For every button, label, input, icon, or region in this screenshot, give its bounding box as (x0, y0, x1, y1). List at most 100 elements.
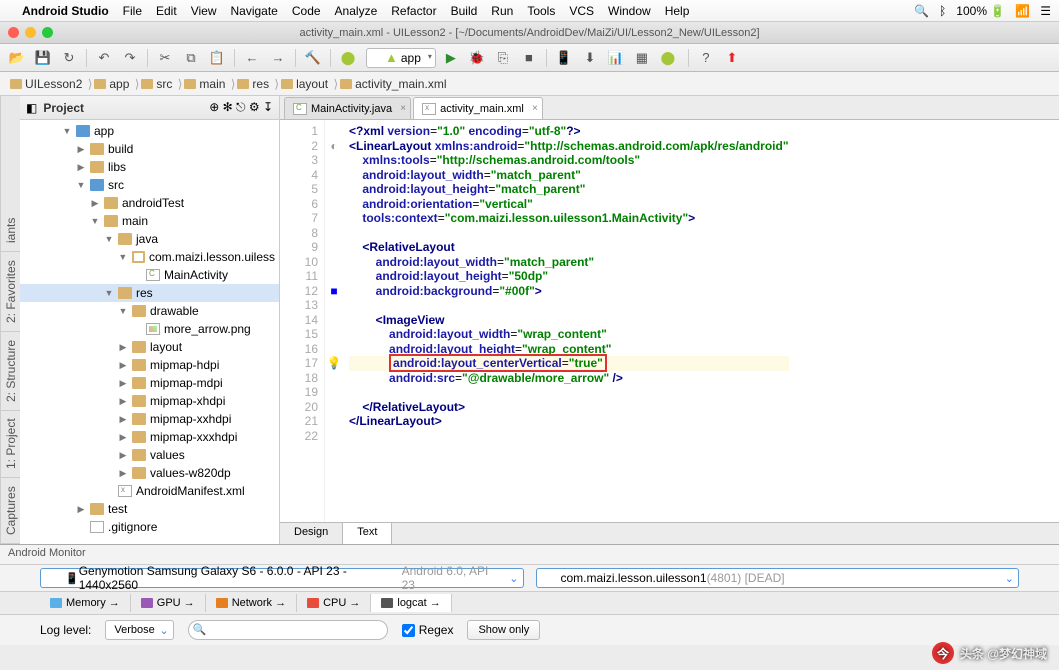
menu-tools[interactable]: Tools (527, 4, 555, 18)
log-level-selector[interactable]: Verbose (105, 620, 173, 640)
zoom-window-button[interactable] (42, 27, 53, 38)
battery-status[interactable]: 100% 🔋 (956, 4, 1005, 18)
breadcrumb-item[interactable]: app (90, 77, 137, 91)
copy-icon[interactable]: ⧉ (180, 48, 202, 68)
monitor-tab-logcat[interactable]: logcat → (371, 594, 451, 612)
app-name[interactable]: Android Studio (22, 4, 109, 18)
breadcrumb-item[interactable]: activity_main.xml (336, 77, 454, 91)
sdk-icon[interactable]: ⬇ (579, 48, 601, 68)
editor-tab[interactable]: activity_main.xml× (413, 97, 543, 119)
menu-build[interactable]: Build (451, 4, 478, 18)
menu-extras-icon[interactable]: ☰ (1040, 4, 1051, 18)
monitor-tab-cpu[interactable]: CPU → (297, 594, 371, 612)
tree-node[interactable]: app (20, 122, 279, 140)
breadcrumb-item[interactable]: UILesson2 (6, 77, 90, 91)
tool-window-tab[interactable]: 2: Favorites (1, 252, 20, 332)
tree-node[interactable]: mipmap-xhdpi (20, 392, 279, 410)
tree-node[interactable]: main (20, 212, 279, 230)
regex-checkbox[interactable]: Regex (402, 623, 454, 637)
menu-analyze[interactable]: Analyze (335, 4, 378, 18)
run-icon[interactable]: ▶ (440, 48, 462, 68)
layout-icon[interactable]: ▦ (631, 48, 653, 68)
monitor-title[interactable]: Android Monitor (0, 545, 1059, 565)
tree-node[interactable]: more_arrow.png (20, 320, 279, 338)
paste-icon[interactable]: 📋 (206, 48, 228, 68)
stop-icon[interactable]: ■ (518, 48, 540, 68)
device-selector[interactable]: 📱 Genymotion Samsung Galaxy S6 - 6.0.0 -… (40, 568, 524, 588)
menu-window[interactable]: Window (608, 4, 651, 18)
tree-node[interactable]: .gitignore (20, 518, 279, 536)
wifi-icon[interactable]: 📶 (1015, 4, 1030, 18)
project-tree[interactable]: appbuildlibssrcandroidTestmainjavacom.ma… (20, 120, 279, 544)
tree-node[interactable]: drawable (20, 302, 279, 320)
tree-node[interactable]: mipmap-xxxhdpi (20, 428, 279, 446)
android-icon[interactable]: ⬤ (657, 48, 679, 68)
menu-file[interactable]: File (123, 4, 142, 18)
save-icon[interactable]: 💾 (32, 48, 54, 68)
tree-node[interactable]: mipmap-xxhdpi (20, 410, 279, 428)
tree-node[interactable]: AndroidManifest.xml (20, 482, 279, 500)
open-icon[interactable]: 📂 (6, 48, 28, 68)
breadcrumb-item[interactable]: res (233, 77, 277, 91)
tree-node[interactable]: layout (20, 338, 279, 356)
sync-icon[interactable]: ↻ (58, 48, 80, 68)
spotlight-icon[interactable]: 🔍 (914, 4, 929, 18)
tree-node[interactable]: res (20, 284, 279, 302)
project-panel-header[interactable]: ◧Project ⊕ ✻ ⎋ ⚙ ↧ (20, 96, 279, 120)
monitor-tab-gpu[interactable]: GPU → (131, 594, 206, 612)
tree-node[interactable]: libs (20, 158, 279, 176)
tree-node[interactable]: build (20, 140, 279, 158)
forward-icon[interactable]: → (267, 48, 289, 68)
code-editor[interactable]: 12345678910111213141516171819202122 ◐■💡 … (280, 120, 1059, 522)
run-config-selector[interactable]: ▲app (366, 48, 436, 68)
minimize-window-button[interactable] (25, 27, 36, 38)
monitor-icon[interactable]: 📊 (605, 48, 627, 68)
avd-icon[interactable]: 📱 (553, 48, 575, 68)
close-window-button[interactable] (8, 27, 19, 38)
design-text-tab[interactable]: Design (280, 523, 343, 544)
tree-node[interactable]: MainActivity (20, 266, 279, 284)
tree-node[interactable]: androidTest (20, 194, 279, 212)
menu-vcs[interactable]: VCS (569, 4, 594, 18)
menu-help[interactable]: Help (665, 4, 690, 18)
tree-node[interactable]: values (20, 446, 279, 464)
process-selector[interactable]: com.maizi.lesson.uilesson1 (4801) [DEAD] (536, 568, 1020, 588)
undo-icon[interactable]: ↶ (93, 48, 115, 68)
design-text-tab[interactable]: Text (343, 523, 392, 544)
editor-tab[interactable]: MainActivity.java× (284, 97, 411, 119)
menu-navigate[interactable]: Navigate (230, 4, 277, 18)
attach-icon[interactable]: ⎘ (492, 48, 514, 68)
breadcrumb-item[interactable]: main (180, 77, 233, 91)
tree-node[interactable]: src (20, 176, 279, 194)
tool-window-tab[interactable]: iants (1, 210, 20, 252)
show-only-button[interactable]: Show only (467, 620, 540, 640)
tool-window-tab[interactable]: 1: Project (1, 411, 20, 479)
breadcrumb-item[interactable]: layout (277, 77, 336, 91)
redo-icon[interactable]: ↷ (119, 48, 141, 68)
tree-node[interactable]: mipmap-hdpi (20, 356, 279, 374)
tree-node[interactable]: mipmap-mdpi (20, 374, 279, 392)
memory-icon[interactable]: ⬆ (721, 48, 743, 68)
monitor-tab-memory[interactable]: Memory → (40, 594, 131, 612)
menu-run[interactable]: Run (491, 4, 513, 18)
close-tab-icon[interactable]: × (532, 103, 538, 114)
close-tab-icon[interactable]: × (400, 103, 406, 114)
tree-node[interactable]: test (20, 500, 279, 518)
make-icon[interactable]: 🔨 (302, 48, 324, 68)
monitor-tab-network[interactable]: Network → (206, 594, 297, 612)
tree-node[interactable]: values-w820dp (20, 464, 279, 482)
log-search-input[interactable] (188, 620, 388, 640)
back-icon[interactable]: ← (241, 48, 263, 68)
tool-window-tab[interactable]: Captures (1, 478, 20, 544)
menu-view[interactable]: View (191, 4, 217, 18)
bluetooth-icon[interactable]: ᛒ (939, 4, 946, 18)
cut-icon[interactable]: ✂ (154, 48, 176, 68)
tree-node[interactable]: java (20, 230, 279, 248)
menu-code[interactable]: Code (292, 4, 321, 18)
debug-icon[interactable]: 🐞 (466, 48, 488, 68)
breadcrumb-item[interactable]: src (137, 77, 180, 91)
help-icon[interactable]: ? (695, 48, 717, 68)
tool-window-tab[interactable]: 2: Structure (1, 332, 20, 411)
tree-node[interactable]: com.maizi.lesson.uiless (20, 248, 279, 266)
menu-edit[interactable]: Edit (156, 4, 177, 18)
